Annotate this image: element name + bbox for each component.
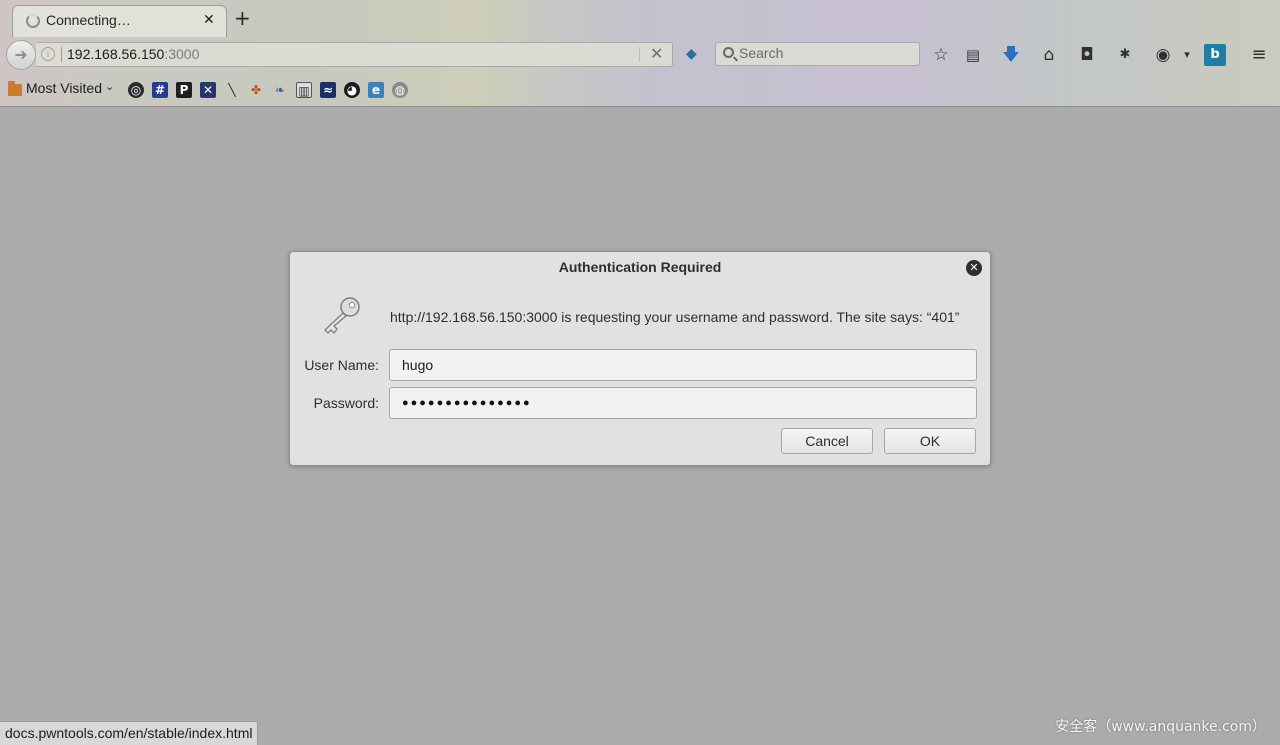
hamburger-menu-icon[interactable]: ≡ (1246, 42, 1272, 68)
bird-extension-icon[interactable]: ◆ (686, 46, 697, 62)
downloads-icon[interactable]: 🡇 (998, 42, 1024, 68)
bookmark-circle-icon[interactable]: ◎ (128, 82, 144, 98)
reading-list-icon[interactable]: ▤ (960, 42, 986, 68)
username-label: User Name: (304, 357, 379, 373)
search-icon (723, 47, 734, 58)
bookmark-knife-icon[interactable]: ╲ (224, 82, 240, 98)
bookmark-x-icon[interactable]: ✕ (200, 82, 216, 98)
bookmark-p-icon[interactable]: P (176, 82, 192, 98)
site-info-icon[interactable]: i (41, 47, 55, 61)
username-field[interactable]: hugo (389, 349, 977, 381)
new-tab-icon[interactable]: + (234, 7, 251, 29)
close-dialog-icon[interactable]: ✕ (966, 260, 982, 276)
ok-button[interactable]: OK (884, 428, 976, 454)
bookmark-bug-icon[interactable]: ✤ (248, 82, 264, 98)
dialog-message: http://192.168.56.150:3000 is requesting… (390, 309, 960, 325)
bing-icon[interactable]: b (1204, 44, 1226, 66)
spider-extension-icon[interactable]: ✱ (1112, 42, 1138, 68)
tab-connecting[interactable]: Connecting… ✕ (12, 5, 227, 37)
url-port: :3000 (164, 46, 200, 62)
authentication-dialog: Authentication Required ✕ http://192.168… (289, 251, 991, 466)
tab-strip: Connecting… ✕ + (0, 0, 1280, 38)
most-visited-menu[interactable]: Most Visited (26, 80, 102, 96)
pocket-icon[interactable]: ◘ (1074, 42, 1100, 68)
password-label: Password: (313, 395, 379, 411)
bookmark-feather-icon[interactable]: ❧ (272, 82, 288, 98)
shield-extension-icon[interactable]: ◉ (1150, 42, 1176, 68)
bookmark-star-icon[interactable]: ☆ (928, 42, 954, 68)
password-field[interactable]: ●●●●●●●●●●●●●●● (389, 387, 977, 419)
bookmark-e-icon[interactable]: e (368, 82, 384, 98)
url-separator (61, 47, 62, 62)
folder-icon (8, 81, 22, 96)
dialog-title: Authentication Required (558, 259, 722, 275)
url-host: 192.168.56.150 (67, 46, 165, 62)
home-icon[interactable]: ⌂ (1036, 42, 1062, 68)
bookmark-book-icon[interactable]: ▥ (296, 82, 312, 98)
bookmark-wave-icon[interactable]: ≈ (320, 82, 336, 98)
chevron-down-icon[interactable]: ⌄ (105, 80, 114, 93)
search-box[interactable]: Search (715, 42, 920, 66)
back-button[interactable]: ➜ (6, 40, 36, 70)
bookmark-hash-icon[interactable]: # (152, 82, 168, 98)
url-separator (639, 47, 640, 62)
github-icon[interactable]: ◕ (344, 82, 360, 98)
url-text[interactable]: 192.168.56.150:3000 (67, 46, 199, 62)
search-placeholder: Search (739, 45, 784, 61)
close-tab-icon[interactable]: ✕ (203, 12, 215, 28)
loading-spinner-icon (26, 14, 40, 28)
tab-title: Connecting… (46, 12, 131, 28)
cancel-button[interactable]: Cancel (781, 428, 873, 454)
address-bar[interactable]: i 192.168.56.150:3000 ✕ (36, 42, 673, 67)
bookmarks-toolbar: Most Visited ⌄ ◎ # P ✕ ╲ ✤ ❧ ▥ ≈ ◕ e ◍ (0, 72, 1280, 106)
status-url: docs.pwntools.com/en/stable/index.html (0, 721, 259, 745)
stop-loading-icon[interactable]: ✕ (650, 44, 663, 63)
watermark-text: 安全客（www.anquanke.com） (1055, 719, 1266, 735)
chevron-down-icon[interactable]: ▾ (1174, 42, 1200, 68)
key-icon (324, 297, 360, 334)
back-arrow-icon: ➜ (14, 45, 28, 64)
navigation-bar: ➜ i 192.168.56.150:3000 ✕ ◆ Search ☆ ▤ 🡇… (0, 38, 1280, 71)
browser-chrome: Connecting… ✕ + ➜ i 192.168.56.150:3000 … (0, 0, 1280, 107)
globe-icon[interactable]: ◍ (392, 82, 408, 98)
